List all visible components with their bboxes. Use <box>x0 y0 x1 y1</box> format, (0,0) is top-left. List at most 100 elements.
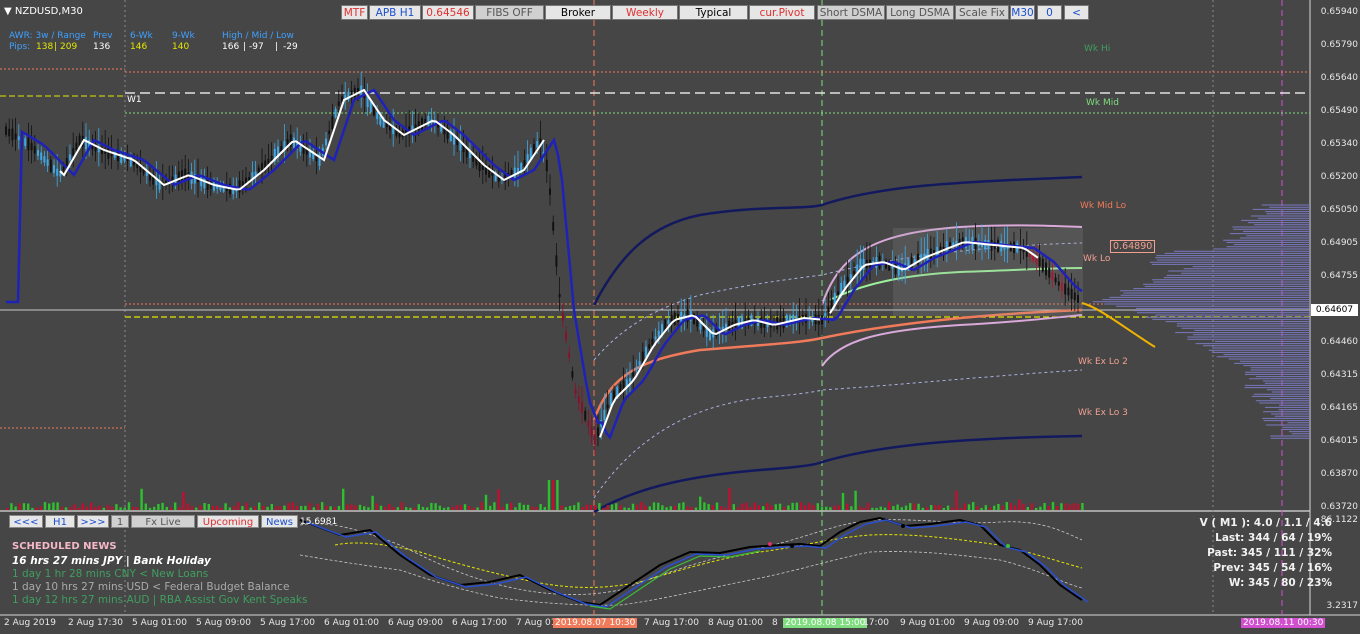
collapse-arrow-button[interactable]: < <box>1064 5 1089 20</box>
news-item[interactable]: 1 day 1 hr 28 mins CNY < New Loans <box>12 568 208 580</box>
pips-3w: 138 <box>36 42 54 52</box>
time-tick: 9 Aug 17:00 <box>1028 618 1083 628</box>
candle-body <box>334 108 337 118</box>
volume-bar <box>468 505 471 510</box>
short-dsma-button[interactable]: Short DSMA <box>817 5 885 20</box>
volume-bar <box>434 503 437 510</box>
volume-bar <box>606 505 609 510</box>
cur-pivot-button[interactable]: cur.Pivot <box>749 5 815 20</box>
volume-bar <box>392 507 395 510</box>
zero-button[interactable]: 0 <box>1037 5 1062 20</box>
volume-bar <box>581 507 584 510</box>
time-tick: 2 Aug 2019 <box>4 618 56 628</box>
fx-live-button[interactable]: Fx Live <box>131 515 195 528</box>
scale-fix-button[interactable]: Scale Fix <box>955 5 1009 20</box>
time-tick: 7 Aug 17:00 <box>644 618 699 628</box>
volume-bar <box>279 505 282 510</box>
long-dsma-button[interactable]: Long DSMA <box>886 5 954 20</box>
symbol-label: ▼ NZDUSD,M30 <box>4 6 83 17</box>
volume-bar <box>476 507 479 510</box>
volume-bar <box>81 503 84 510</box>
volume-bar <box>526 504 530 510</box>
volume-bar <box>207 503 210 510</box>
h1-button[interactable]: H1 <box>45 515 75 528</box>
price-box: 0.64546 <box>422 5 474 20</box>
volume-bar <box>883 507 887 510</box>
volume-bar <box>690 507 693 510</box>
typical-button[interactable]: Typical <box>679 5 748 20</box>
volume-bar <box>627 507 630 510</box>
candle-body <box>24 138 27 147</box>
weekly-button[interactable]: Weekly <box>612 5 678 20</box>
time-tick: 6 Aug 17:00 <box>452 618 507 628</box>
price-tick: 0.64315 <box>1320 370 1358 380</box>
candle-body <box>17 136 20 141</box>
volume-bar <box>6 507 9 510</box>
prev-page-button[interactable]: <<< <box>9 515 43 528</box>
news-button[interactable]: News <box>261 515 298 528</box>
candle-body <box>267 158 270 165</box>
volume-bar <box>619 505 622 510</box>
candle-body <box>376 112 379 120</box>
mid-value: -97 <box>249 42 264 52</box>
volume-bar <box>1081 503 1084 510</box>
time-tick: 2 Aug 17:30 <box>68 618 123 628</box>
volume-bar <box>745 502 748 510</box>
volume-bar <box>316 503 320 510</box>
news-item[interactable]: 1 day 10 hrs 27 mins USD < Federal Budge… <box>12 581 289 593</box>
volume-bar <box>115 504 118 510</box>
candle-body <box>638 361 641 366</box>
volume-bar <box>291 502 294 510</box>
next-page-button[interactable]: >>> <box>77 515 109 528</box>
candle-body <box>635 367 638 371</box>
volume-bar <box>245 502 248 510</box>
volume-bar <box>300 505 303 510</box>
news-item[interactable]: 1 day 12 hrs 27 mins AUD | RBA Assist Go… <box>12 594 307 606</box>
volume-bar <box>140 488 143 510</box>
candle-body <box>33 146 36 154</box>
dropdown-triangle-icon[interactable]: ▼ <box>4 6 12 17</box>
price-tick: 0.65050 <box>1320 205 1358 215</box>
time-tick: 6 Aug 09:00 <box>388 618 443 628</box>
count-box[interactable]: 1 <box>111 515 129 528</box>
volume-bar <box>195 507 198 510</box>
price-tick: 0.65340 <box>1320 139 1358 149</box>
volume-bar <box>1047 506 1050 510</box>
wk6-value: 146 <box>130 42 148 52</box>
volume-bar <box>10 503 13 510</box>
volume-bar <box>867 502 870 510</box>
volume-bar <box>312 507 315 510</box>
hml-sep-1: | <box>243 42 247 52</box>
volume-bar <box>816 503 819 510</box>
volume-bar <box>405 507 408 510</box>
upcoming-button[interactable]: Upcoming <box>197 515 259 528</box>
apb-button[interactable]: APB H1 <box>369 5 421 20</box>
candle-body <box>629 378 631 382</box>
volume-bar <box>39 506 42 510</box>
volume-bar <box>1043 502 1046 510</box>
time-highlight-1: 2019.08.07 10:30 <box>553 618 638 628</box>
volume-bar <box>505 503 509 510</box>
candle-body <box>654 336 657 340</box>
volume-bar <box>497 489 500 510</box>
volume-bar <box>27 503 30 510</box>
volume-bar <box>711 504 714 510</box>
broker-button[interactable]: Broker <box>545 5 611 20</box>
timeframe-button[interactable]: M30 <box>1010 5 1035 20</box>
mtf-button[interactable]: MTF <box>341 5 368 20</box>
price-chart[interactable] <box>0 0 1360 634</box>
news-item[interactable]: 16 hrs 27 mins JPY | Bank Holiday <box>12 555 211 567</box>
volume-bar <box>724 507 727 510</box>
volume-bar <box>480 502 483 510</box>
candle-body <box>337 101 340 106</box>
wk-mid-label: Wk Mid <box>1086 98 1119 108</box>
volume-bar <box>703 502 706 510</box>
fibs-button[interactable]: FIBS OFF <box>475 5 544 20</box>
volume-bar <box>846 503 849 510</box>
volume-bar <box>535 506 538 510</box>
volume-bar <box>153 506 156 510</box>
pips-sep: | <box>54 42 58 52</box>
volume-bar <box>132 506 135 510</box>
candle-body <box>587 420 590 427</box>
volume-bar <box>98 505 101 510</box>
